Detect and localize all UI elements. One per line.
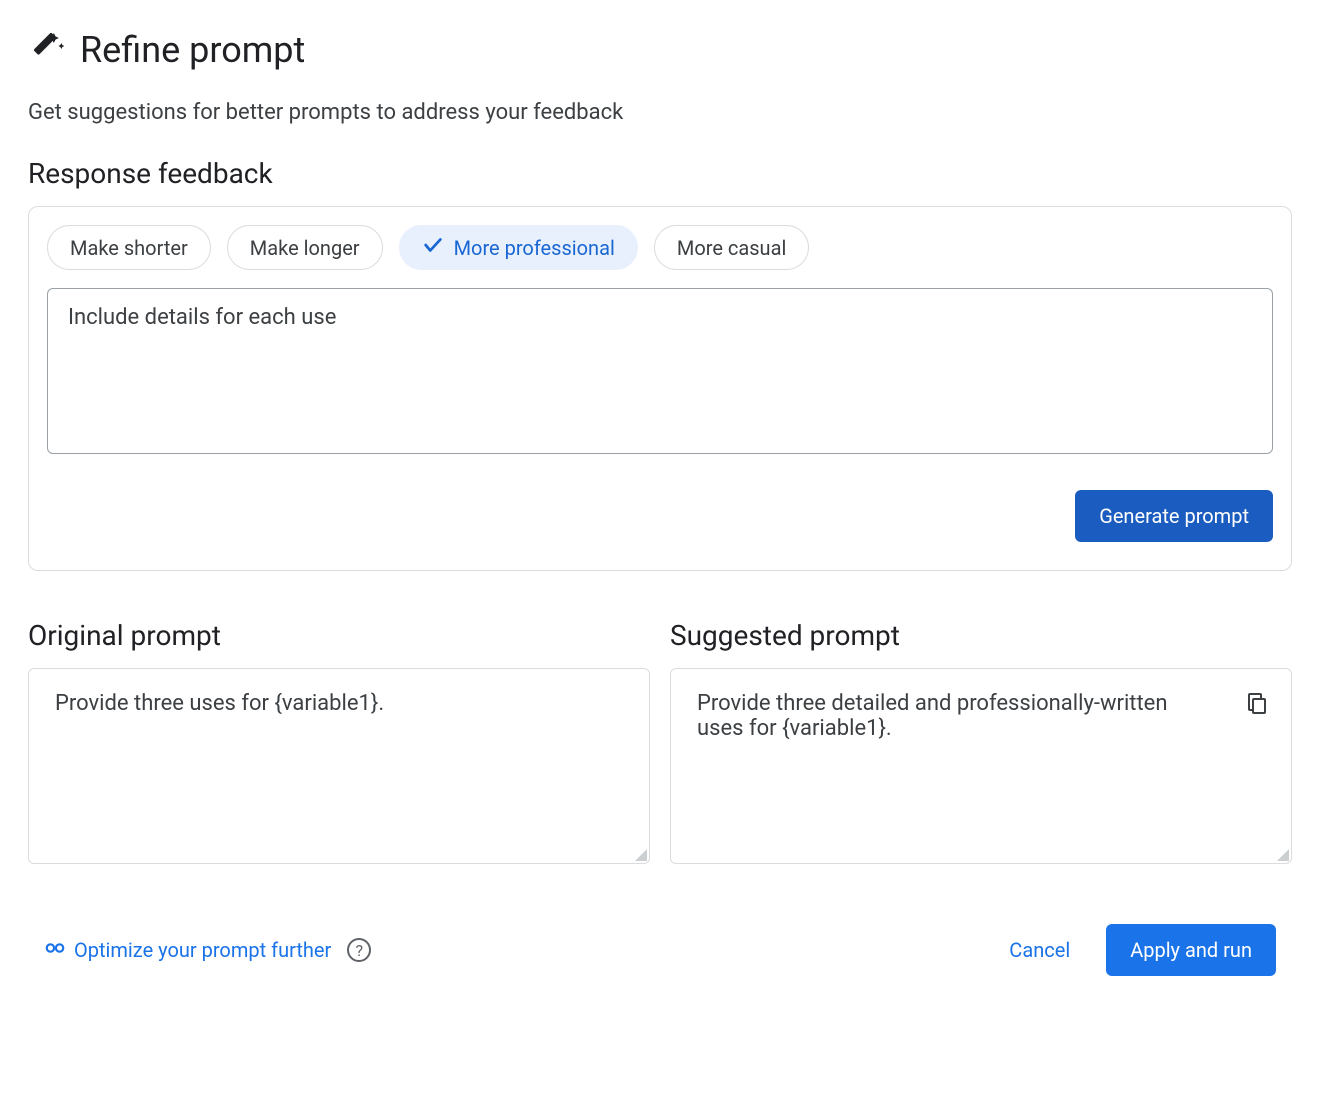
prompts-row: Original prompt Provide three uses for {… bbox=[28, 619, 1292, 864]
chip-label: Make shorter bbox=[70, 236, 188, 260]
original-prompt-box[interactable]: Provide three uses for {variable1}. bbox=[28, 668, 650, 864]
optimize-further-label: Optimize your prompt further bbox=[74, 938, 331, 962]
suggested-prompt-label: Suggested prompt bbox=[670, 619, 1292, 652]
chip-label: More casual bbox=[677, 236, 786, 260]
original-prompt-text: Provide three uses for {variable1}. bbox=[55, 691, 623, 716]
dialog-footer: Optimize your prompt further ? Cancel Ap… bbox=[28, 924, 1292, 976]
check-icon bbox=[422, 234, 444, 261]
chip-label: Make longer bbox=[250, 236, 360, 260]
help-icon[interactable]: ? bbox=[347, 938, 371, 962]
original-prompt-label: Original prompt bbox=[28, 619, 650, 652]
feedback-textarea[interactable] bbox=[47, 288, 1273, 454]
footer-left: Optimize your prompt further ? bbox=[44, 937, 371, 964]
cancel-button[interactable]: Cancel bbox=[1009, 938, 1070, 962]
dialog-subtitle: Get suggestions for better prompts to ad… bbox=[28, 100, 1292, 125]
original-prompt-col: Original prompt Provide three uses for {… bbox=[28, 619, 650, 864]
chip-make-shorter[interactable]: Make shorter bbox=[47, 225, 211, 270]
apply-and-run-button[interactable]: Apply and run bbox=[1106, 924, 1276, 976]
dialog-header: Refine prompt bbox=[28, 28, 1292, 72]
chip-more-casual[interactable]: More casual bbox=[654, 225, 809, 270]
response-feedback-label: Response feedback bbox=[28, 157, 1292, 190]
suggested-prompt-col: Suggested prompt Provide three detailed … bbox=[670, 619, 1292, 864]
dialog-title: Refine prompt bbox=[80, 29, 305, 71]
suggested-prompt-text: Provide three detailed and professionall… bbox=[697, 691, 1215, 741]
link-icon bbox=[44, 937, 66, 964]
response-feedback-panel: Make shorter Make longer More profession… bbox=[28, 206, 1292, 571]
chip-make-longer[interactable]: Make longer bbox=[227, 225, 383, 270]
suggested-prompt-box[interactable]: Provide three detailed and professionall… bbox=[670, 668, 1292, 864]
feedback-chips: Make shorter Make longer More profession… bbox=[47, 225, 1273, 270]
magic-wand-icon bbox=[28, 28, 68, 72]
copy-icon[interactable] bbox=[1245, 691, 1269, 715]
optimize-further-link[interactable]: Optimize your prompt further bbox=[44, 937, 331, 964]
resize-handle-icon[interactable] bbox=[1275, 847, 1289, 861]
generate-prompt-button[interactable]: Generate prompt bbox=[1075, 490, 1273, 542]
footer-right: Cancel Apply and run bbox=[1009, 924, 1276, 976]
generate-row: Generate prompt bbox=[47, 490, 1273, 542]
resize-handle-icon[interactable] bbox=[633, 847, 647, 861]
chip-label: More professional bbox=[454, 236, 615, 260]
chip-more-professional[interactable]: More professional bbox=[399, 225, 638, 270]
